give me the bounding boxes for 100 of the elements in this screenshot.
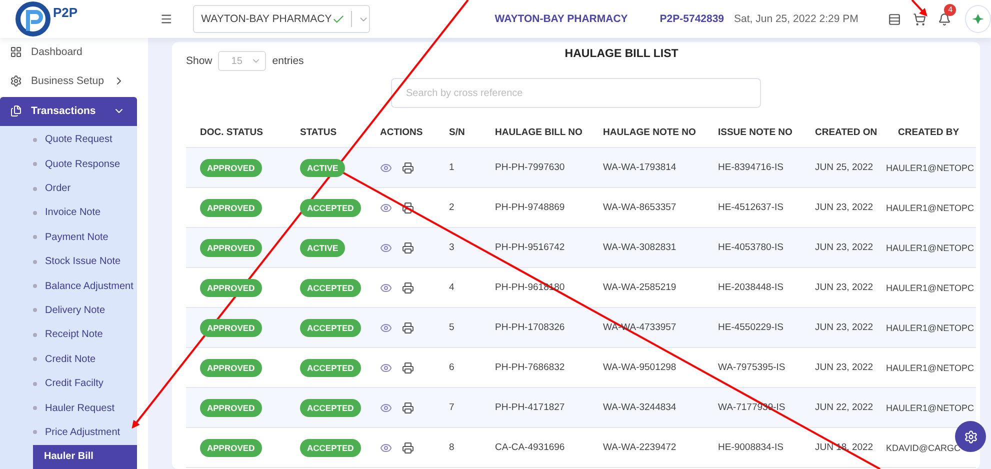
table-cell-text: 8 [448,442,456,453]
column-header: CREATED BY [897,126,960,138]
doc-status-badge: APPROVED [200,238,262,256]
table-cell-text: JUN 23, 2022 [814,322,874,333]
submenu-item[interactable]: Credit Note [0,347,137,372]
table-cell-text: JUN 23, 2022 [814,362,874,373]
table-cell-text: 4 [448,282,456,293]
table-cell-text: WA-WA-3244834 [602,402,678,413]
table-cell-text: HE-4053780-IS [717,242,784,253]
table-cell-text: HE-9008834-IS [717,442,784,453]
grid-icon [10,46,22,58]
submenu-item[interactable]: Balance Adjustment [0,274,137,298]
table-cell-text: HAULER1@NETOPC [885,362,975,372]
doc-status-badge: APPROVED [200,198,262,216]
table-cell-text: WA-7975395-IS [717,362,786,373]
pharmacy-select[interactable]: WAYTON-BAY PHARMACY [193,5,370,33]
table-cell-text: PH-PH-1708326 [494,322,566,333]
submenu-item[interactable]: Stock Issue Note [0,250,137,274]
printer-icon[interactable] [402,282,414,294]
printer-icon[interactable] [402,362,414,374]
show-label: Show [186,55,212,67]
status-badge: ACCEPTED [300,358,361,376]
sidebar-item[interactable]: Transactions [0,97,137,126]
column-header: STATUS [299,126,338,138]
doc-status-badge: APPROVED [200,398,262,416]
doc-status-badge: APPROVED [200,358,262,376]
sidebar-item[interactable]: Dashboard [0,38,137,67]
table-cell-text: KDAVID@CARGC [885,442,962,452]
table-cell-text: WA-WA-9501298 [602,362,678,373]
table-cell-text: HAULER1@NETOPC [885,322,975,332]
status-badge: ACCEPTED [300,438,361,456]
view-icon[interactable] [380,362,392,374]
table-cell-text: HAULER1@NETOPC [885,162,975,172]
status-badge: ACCEPTED [300,398,361,416]
submenu-item[interactable]: Quote Request [0,128,137,152]
printer-icon[interactable] [402,402,414,414]
table-cell-text: JUN 23, 2022 [814,282,874,293]
printer-icon[interactable] [402,322,414,334]
view-icon[interactable] [380,202,392,214]
submenu-item[interactable]: Order [0,176,137,201]
column-header: ACTIONS [379,126,424,138]
submenu-item[interactable]: Credit Facilty [0,371,137,396]
search-field[interactable]: Search by cross reference [391,78,761,108]
status-badge: ACTIVE [300,238,346,256]
status-badge: ACCEPTED [300,318,361,336]
printer-icon[interactable] [402,442,414,454]
documents-icon [10,105,22,118]
submenu-item[interactable]: Receipt Note [0,322,137,348]
submenu-item[interactable]: Price Adjustment [0,420,137,445]
printer-icon[interactable] [402,202,414,214]
column-header: CREATED ON [814,126,878,138]
date-time: Sat, Jun 25, 2022 2:29 PM [734,13,858,25]
settings-icon [10,74,22,87]
table-cell-text: JUN 23, 2022 [814,202,874,213]
submenu-item[interactable]: Delivery Note [0,298,137,323]
table-cell-text: CA-CA-4931696 [494,442,566,453]
printer-icon[interactable] [402,162,414,174]
table-cell-text: PH-PH-7686832 [494,362,566,373]
cart-icon[interactable] [913,12,926,26]
table-cell-text: HAULER1@NETOPC [885,282,975,292]
table-cell-text: HE-8394716-IS [717,162,784,173]
table-cell-text: HAULER1@NETOPC [885,242,975,252]
table-cell-text: JUN 25, 2022 [814,162,874,173]
view-icon[interactable] [380,162,392,174]
submenu-item[interactable]: Invoice Note [0,200,137,226]
avatar[interactable] [965,5,991,33]
doc-status-badge: APPROVED [200,438,262,456]
list-title: HAULAGE BILL LIST [564,48,678,60]
table-cell-text: HAULER1@NETOPC [885,202,975,212]
company-name: WAYTON-BAY PHARMACY [494,13,628,25]
table-cell-text: PH-PH-9516742 [494,242,566,253]
view-icon[interactable] [380,402,392,414]
submenu-item[interactable]: Hauler Bill [33,444,137,469]
submenu-item[interactable]: Hauler Request [0,396,137,420]
printer-icon[interactable] [402,242,414,254]
menu-icon[interactable] [160,12,174,26]
table-cell-text: HE-4550229-IS [717,322,784,333]
annotation-arrow [911,0,928,16]
rows-icon[interactable] [888,12,902,26]
bell-icon[interactable] [938,12,952,26]
view-icon[interactable] [380,442,392,454]
leaf-icon [972,14,984,24]
view-icon[interactable] [380,322,392,334]
sidebar-item[interactable]: Business Setup [0,66,137,96]
view-icon[interactable] [380,242,392,254]
table-cell-text: 1 [448,162,456,173]
account-id: P2P-5742839 [660,13,724,25]
status-badge: ACTIVE [300,158,346,176]
table-cell-text: 3 [448,242,456,253]
doc-status-badge: APPROVED [200,158,262,176]
table-cell-text: PH-PH-9748869 [494,202,566,213]
view-icon[interactable] [380,282,392,294]
column-header: HAULAGE NOTE NO [602,126,697,138]
column-header: S/N [448,126,466,138]
submenu-item[interactable]: Quote Response [0,152,137,176]
table-cell-text: 5 [448,322,456,333]
notification-count: 4 [944,4,956,16]
column-header: DOC. STATUS [199,126,264,138]
settings-icon [964,430,978,444]
submenu-item[interactable]: Payment Note [0,225,137,250]
